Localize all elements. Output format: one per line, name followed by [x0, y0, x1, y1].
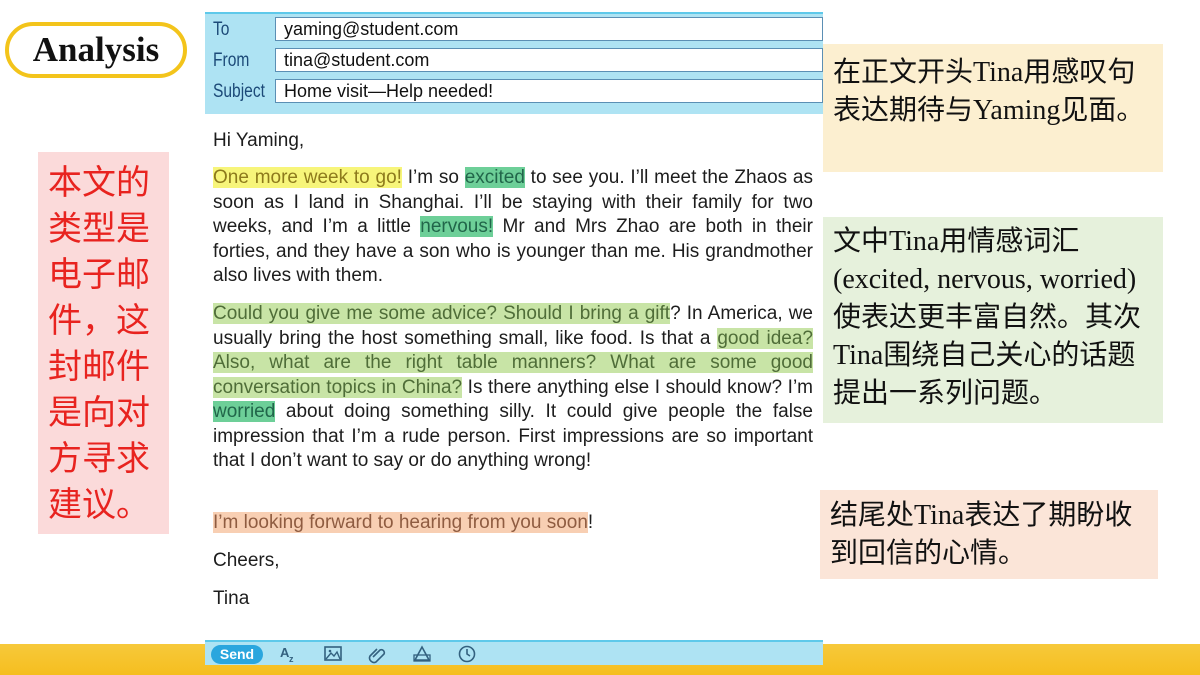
from-row: From tina@student.com — [205, 48, 823, 76]
from-label: From — [213, 50, 250, 71]
analysis-badge: Analysis — [5, 22, 187, 78]
highlight-nervous: nervous! — [420, 216, 494, 237]
drive-icon[interactable] — [411, 644, 433, 664]
closing-line: I’m looking forward to hearing from you … — [213, 512, 813, 534]
clock-icon[interactable] — [456, 644, 478, 664]
to-field[interactable]: yaming@student.com — [275, 17, 823, 41]
svg-text:z: z — [289, 654, 294, 664]
text-format-icon[interactable]: Az — [278, 644, 300, 664]
highlight-closing: I’m looking forward to hearing from you … — [213, 512, 588, 533]
subject-field[interactable]: Home visit—Help needed! — [275, 79, 823, 103]
image-icon[interactable] — [322, 644, 344, 664]
to-row: To yaming@student.com — [205, 17, 823, 45]
note-opening: 在正文开头Tina用感叹句表达期待与Yaming见面。 — [823, 44, 1163, 172]
to-label: To — [213, 19, 230, 40]
from-field[interactable]: tina@student.com — [275, 48, 823, 72]
greeting: Hi Yaming, — [213, 130, 305, 151]
email-window: To yaming@student.com From tina@student.… — [205, 12, 823, 665]
email-header: To yaming@student.com From tina@student.… — [205, 12, 823, 114]
highlight-question-1: Could you give me some advice? Should I … — [213, 303, 671, 324]
attachment-icon[interactable] — [367, 644, 389, 664]
p2-text-b: Is there anything else I should know? I’… — [462, 376, 813, 398]
sign-off: Cheers, — [213, 550, 280, 571]
closing-end: ! — [587, 512, 594, 533]
p2-text-c: about doing something silly. It could gi… — [213, 401, 813, 471]
subject-label: Subject — [213, 81, 265, 102]
paragraph-1: One more week to go! I’m so excited to s… — [213, 166, 813, 289]
email-type-note: 本文的类型是电子邮件，这封邮件是向对方寻求建议。 — [38, 152, 169, 534]
email-toolbar: Send Az — [205, 640, 823, 665]
highlight-worried: worried — [213, 401, 276, 422]
note-emotion-words: 文中Tina用情感词汇(excited, nervous, worried)使表… — [823, 217, 1163, 423]
p1-text-a: I’m so — [401, 167, 465, 188]
signature: Tina — [213, 588, 250, 609]
highlight-exclamation: One more week to go! — [213, 167, 402, 188]
email-body[interactable]: Hi Yaming, One more week to go! I’m so e… — [205, 114, 823, 640]
send-button[interactable]: Send — [211, 645, 263, 664]
subject-row: Subject Home visit—Help needed! — [205, 79, 823, 107]
note-ending: 结尾处Tina表达了期盼收到回信的心情。 — [820, 490, 1158, 579]
highlight-excited: excited — [464, 167, 525, 188]
paragraph-2: Could you give me some advice? Should I … — [213, 302, 813, 474]
